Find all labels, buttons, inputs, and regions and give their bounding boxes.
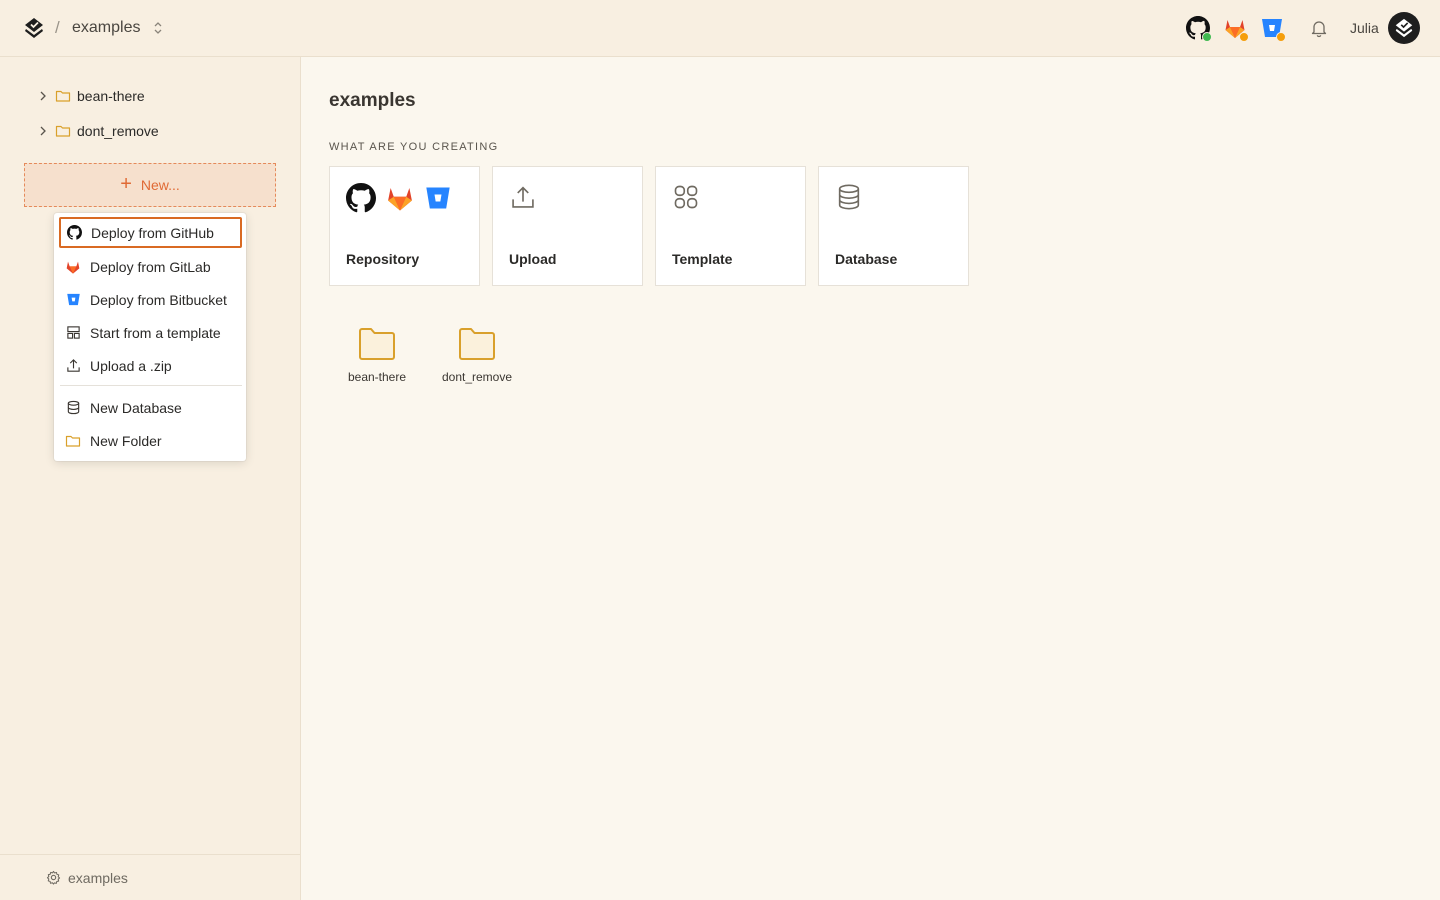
tree-item-bean-there[interactable]: bean-there (36, 84, 145, 108)
template-grid-icon (674, 185, 698, 209)
tree-item-dont-remove[interactable]: dont_remove (36, 119, 159, 143)
chevron-up-down-icon[interactable] (151, 20, 165, 36)
folder-tile-label: bean-there (347, 370, 407, 384)
gitlab-connection[interactable] (1223, 16, 1249, 42)
card-label: Database (835, 251, 898, 267)
bitbucket-icon (426, 187, 450, 209)
menu-item-label: Deploy from Bitbucket (90, 291, 227, 308)
plus-icon: + (120, 173, 132, 195)
avatar[interactable] (1388, 12, 1420, 44)
top-bar: / examples Julia (0, 0, 1440, 57)
github-status-dot (1202, 32, 1212, 42)
folder-icon (359, 328, 395, 360)
card-icons (346, 183, 452, 213)
username[interactable]: Julia (1350, 20, 1379, 36)
card-icons (835, 183, 863, 211)
github-icon (346, 183, 376, 213)
upload-icon (512, 186, 534, 208)
database-icon (838, 184, 860, 210)
app-logo-icon (1395, 18, 1413, 38)
bitbucket-connection[interactable] (1260, 16, 1286, 42)
bell-icon[interactable] (1309, 18, 1329, 38)
card-icons (509, 183, 537, 211)
menu-item-label: New Folder (90, 432, 162, 449)
folder-tile-dont-remove[interactable]: dont_remove (427, 326, 527, 396)
menu-item-deploy-github[interactable]: Deploy from GitHub (59, 217, 242, 248)
menu-item-new-folder[interactable]: New Folder (59, 425, 242, 456)
menu-divider (60, 385, 242, 386)
menu-item-label: Deploy from GitHub (91, 224, 214, 241)
chevron-right-icon[interactable] (36, 89, 50, 103)
bitbucket-icon (65, 292, 81, 308)
menu-item-start-template[interactable]: Start from a template (59, 317, 242, 348)
menu-item-upload-zip[interactable]: Upload a .zip (59, 350, 242, 381)
gitlab-icon (388, 188, 412, 211)
section-label: WHAT ARE YOU CREATING (329, 141, 499, 153)
github-icon (66, 225, 82, 241)
folder-icon (459, 328, 495, 360)
sidebar: bean-there dont_remove + New... examples (0, 57, 301, 900)
folder-icon (65, 433, 81, 449)
menu-item-deploy-gitlab[interactable]: Deploy from GitLab (59, 251, 242, 282)
card-repository[interactable]: Repository (329, 166, 480, 286)
menu-item-label: New Database (90, 399, 182, 416)
tree-item-label: dont_remove (77, 123, 159, 139)
database-icon (65, 400, 81, 416)
app-logo-icon[interactable] (22, 16, 46, 40)
new-button[interactable]: + New... (24, 163, 276, 207)
menu-item-label: Start from a template (90, 324, 221, 341)
card-label: Repository (346, 251, 420, 267)
template-icon (65, 325, 81, 341)
new-dropdown-menu: Deploy from GitHub Deploy from GitLab De… (54, 213, 246, 461)
folder-icon (55, 125, 71, 137)
gear-icon (46, 870, 61, 885)
card-label: Template (672, 251, 733, 267)
card-database[interactable]: Database (818, 166, 969, 286)
github-connection[interactable] (1186, 16, 1212, 42)
page-title: examples (329, 90, 416, 111)
upload-icon (65, 358, 81, 374)
sidebar-footer[interactable]: examples (0, 854, 300, 900)
menu-item-new-database[interactable]: New Database (59, 392, 242, 423)
menu-item-deploy-bitbucket[interactable]: Deploy from Bitbucket (59, 284, 242, 315)
card-upload[interactable]: Upload (492, 166, 643, 286)
footer-project-label: examples (68, 869, 128, 886)
gitlab-status-dot (1239, 32, 1249, 42)
breadcrumb-separator: / (55, 18, 60, 37)
card-label: Upload (509, 251, 557, 267)
folder-tile-label: dont_remove (441, 370, 513, 384)
menu-item-label: Upload a .zip (90, 357, 172, 374)
chevron-right-icon[interactable] (36, 124, 50, 138)
folder-tile-bean-there[interactable]: bean-there (327, 326, 427, 396)
menu-item-label: Deploy from GitLab (90, 258, 211, 275)
tree-item-label: bean-there (77, 88, 145, 104)
card-template[interactable]: Template (655, 166, 806, 286)
folder-icon (55, 90, 71, 102)
card-icons (672, 183, 700, 211)
new-button-label: New... (140, 177, 180, 193)
bitbucket-status-dot (1276, 32, 1286, 42)
breadcrumb-project[interactable]: examples (72, 19, 140, 37)
gitlab-icon (65, 259, 81, 275)
